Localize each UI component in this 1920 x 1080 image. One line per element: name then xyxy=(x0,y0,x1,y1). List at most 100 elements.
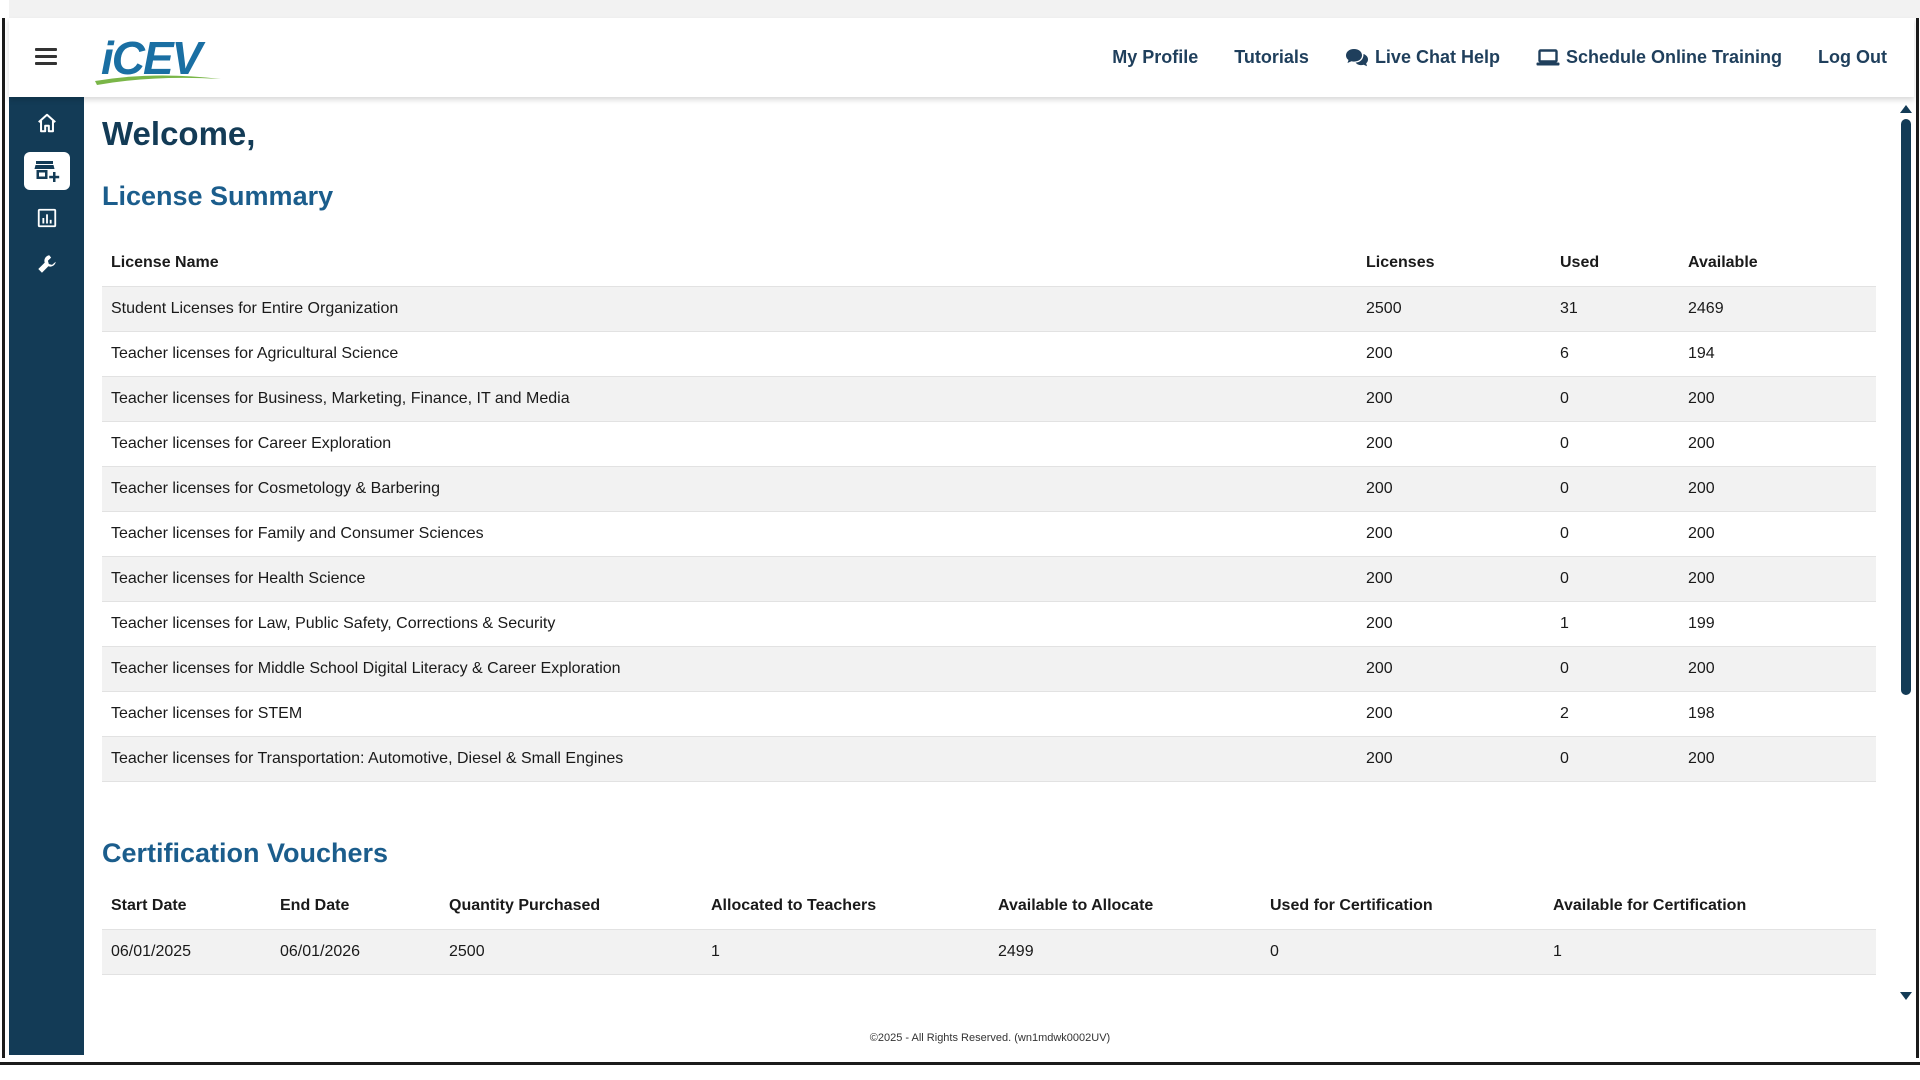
table-cell: 198 xyxy=(1679,690,1876,736)
table-cell: 2500 xyxy=(1357,285,1551,331)
table-cell: 200 xyxy=(1357,510,1551,556)
table-cell: 2499 xyxy=(989,928,1261,975)
table-cell: 194 xyxy=(1679,330,1876,376)
column-header: Used for Certification xyxy=(1270,896,1433,914)
column-header: Available xyxy=(1688,253,1758,271)
table-cell: Teacher licenses for Family and Consumer… xyxy=(102,510,1357,556)
table-row: Teacher licenses for Middle School Digit… xyxy=(102,645,1876,691)
table-cell: 199 xyxy=(1679,600,1876,646)
sidebar-item-store[interactable] xyxy=(24,152,70,190)
table-cell: 0 xyxy=(1551,555,1679,601)
certification-vouchers-table: Start Date End Date Quantity Purchased A… xyxy=(102,883,1876,975)
table-row: Teacher licenses for Career Exploration 2… xyxy=(102,420,1876,466)
table-cell: Teacher licenses for Transportation: Aut… xyxy=(102,735,1357,782)
left-sidebar xyxy=(9,97,84,1055)
table-cell: Student Licenses for Entire Organization xyxy=(102,285,1357,331)
table-row: Teacher licenses for Family and Consumer… xyxy=(102,510,1876,556)
table-row: Teacher licenses for Law, Public Safety,… xyxy=(102,600,1876,646)
hamburger-menu-icon[interactable] xyxy=(35,48,57,66)
table-cell: 1 xyxy=(702,928,989,975)
table-cell: 200 xyxy=(1357,375,1551,421)
laptop-icon xyxy=(1536,48,1560,65)
nav-schedule-online-training[interactable]: Schedule Online Training xyxy=(1536,47,1782,68)
table-cell: 06/01/2026 xyxy=(271,928,440,975)
table-cell: Teacher licenses for Law, Public Safety,… xyxy=(102,600,1357,646)
table-cell: 200 xyxy=(1679,645,1876,691)
license-summary-title: License Summary xyxy=(102,181,334,211)
column-header: Used xyxy=(1560,253,1600,271)
table-cell: 200 xyxy=(1357,420,1551,466)
vertical-scrollbar[interactable] xyxy=(1896,97,1914,1007)
table-cell: 2469 xyxy=(1679,285,1876,331)
table-cell: 200 xyxy=(1679,735,1876,782)
table-cell: 200 xyxy=(1679,375,1876,421)
table-cell: Teacher licenses for Business, Marketing… xyxy=(102,375,1357,421)
scroll-down-arrow-icon[interactable] xyxy=(1900,992,1912,1000)
nav-live-chat-help[interactable]: Live Chat Help xyxy=(1345,47,1500,68)
table-cell: Teacher licenses for Cosmetology & Barbe… xyxy=(102,465,1357,511)
icev-logo[interactable]: iCEV xyxy=(93,31,233,86)
column-header: Available for Certification xyxy=(1553,896,1747,914)
table-cell: 200 xyxy=(1679,420,1876,466)
table-cell: 200 xyxy=(1357,735,1551,782)
nav-tutorials[interactable]: Tutorials xyxy=(1234,47,1309,68)
table-cell: 31 xyxy=(1551,285,1679,331)
sidebar-item-tools[interactable] xyxy=(24,245,70,283)
table-cell: 06/01/2025 xyxy=(102,928,271,975)
table-cell: 200 xyxy=(1357,600,1551,646)
certification-vouchers-title: Certification Vouchers xyxy=(102,838,389,868)
window-right-edge xyxy=(1914,18,1920,1058)
license-table-header-row: License Name Licenses Used Available xyxy=(102,240,1876,286)
table-cell: 200 xyxy=(1357,645,1551,691)
table-row: Teacher licenses for Business, Marketing… xyxy=(102,375,1876,421)
table-cell: 200 xyxy=(1679,510,1876,556)
nav-my-profile[interactable]: My Profile xyxy=(1112,47,1198,68)
table-cell: Teacher licenses for STEM xyxy=(102,690,1357,736)
window-top-edge xyxy=(0,0,1920,18)
table-cell: 0 xyxy=(1551,510,1679,556)
top-header: iCEV My Profile Tutorials Live Chat Help… xyxy=(9,18,1914,97)
column-header: Available to Allocate xyxy=(998,896,1154,914)
footer-copyright: ©2025 - All Rights Reserved. (wn1mdwk000… xyxy=(869,1032,1111,1044)
table-cell: 1 xyxy=(1551,600,1679,646)
table-row: Teacher licenses for STEM 200 2 198 xyxy=(102,690,1876,736)
table-cell: Teacher licenses for Agricultural Scienc… xyxy=(102,330,1357,376)
table-cell: 6 xyxy=(1551,330,1679,376)
logo-swoosh-icon xyxy=(95,75,221,85)
nav-my-profile-label: My Profile xyxy=(1112,47,1199,67)
home-icon xyxy=(38,113,56,133)
table-cell: 200 xyxy=(1679,465,1876,511)
table-cell: 200 xyxy=(1357,555,1551,601)
table-cell: 200 xyxy=(1679,555,1876,601)
table-cell: 0 xyxy=(1551,465,1679,511)
nav-schedule-online-training-label: Schedule Online Training xyxy=(1565,47,1783,67)
table-cell: 200 xyxy=(1357,330,1551,376)
table-cell: Teacher licenses for Middle School Digit… xyxy=(102,645,1357,691)
table-cell: 0 xyxy=(1261,928,1544,975)
column-header: Quantity Purchased xyxy=(449,896,601,914)
table-row: Teacher licenses for Transportation: Aut… xyxy=(102,735,1876,782)
column-header: Allocated to Teachers xyxy=(711,896,877,914)
table-row: Teacher licenses for Agricultural Scienc… xyxy=(102,330,1876,376)
table-cell: 1 xyxy=(1544,928,1876,975)
table-cell: 0 xyxy=(1551,735,1679,782)
window-left-edge xyxy=(0,0,9,1080)
table-row: Student Licenses for Entire Organization… xyxy=(102,285,1876,331)
scroll-up-arrow-icon[interactable] xyxy=(1900,105,1912,113)
table-cell: 2 xyxy=(1551,690,1679,736)
nav-log-out[interactable]: Log Out xyxy=(1818,47,1887,68)
license-summary-table: License Name Licenses Used Available Stu… xyxy=(102,240,1876,782)
report-chart-icon xyxy=(37,208,57,228)
main-content: Welcome, License Summary License Name Li… xyxy=(84,97,1896,1055)
voucher-table-header-row: Start Date End Date Quantity Purchased A… xyxy=(102,883,1876,929)
sidebar-item-reports[interactable] xyxy=(24,199,70,237)
sidebar-item-home[interactable] xyxy=(24,104,70,142)
scrollbar-thumb[interactable] xyxy=(1901,119,1911,695)
nav-live-chat-help-label: Live Chat Help xyxy=(1374,47,1500,67)
nav-log-out-label: Log Out xyxy=(1818,47,1887,67)
top-nav: My Profile Tutorials Live Chat Help Sche… xyxy=(1112,18,1887,97)
window-bottom-edge xyxy=(0,1058,1920,1080)
column-header: License Name xyxy=(111,253,219,271)
table-cell: 200 xyxy=(1357,465,1551,511)
wrench-tools-icon xyxy=(38,255,56,273)
